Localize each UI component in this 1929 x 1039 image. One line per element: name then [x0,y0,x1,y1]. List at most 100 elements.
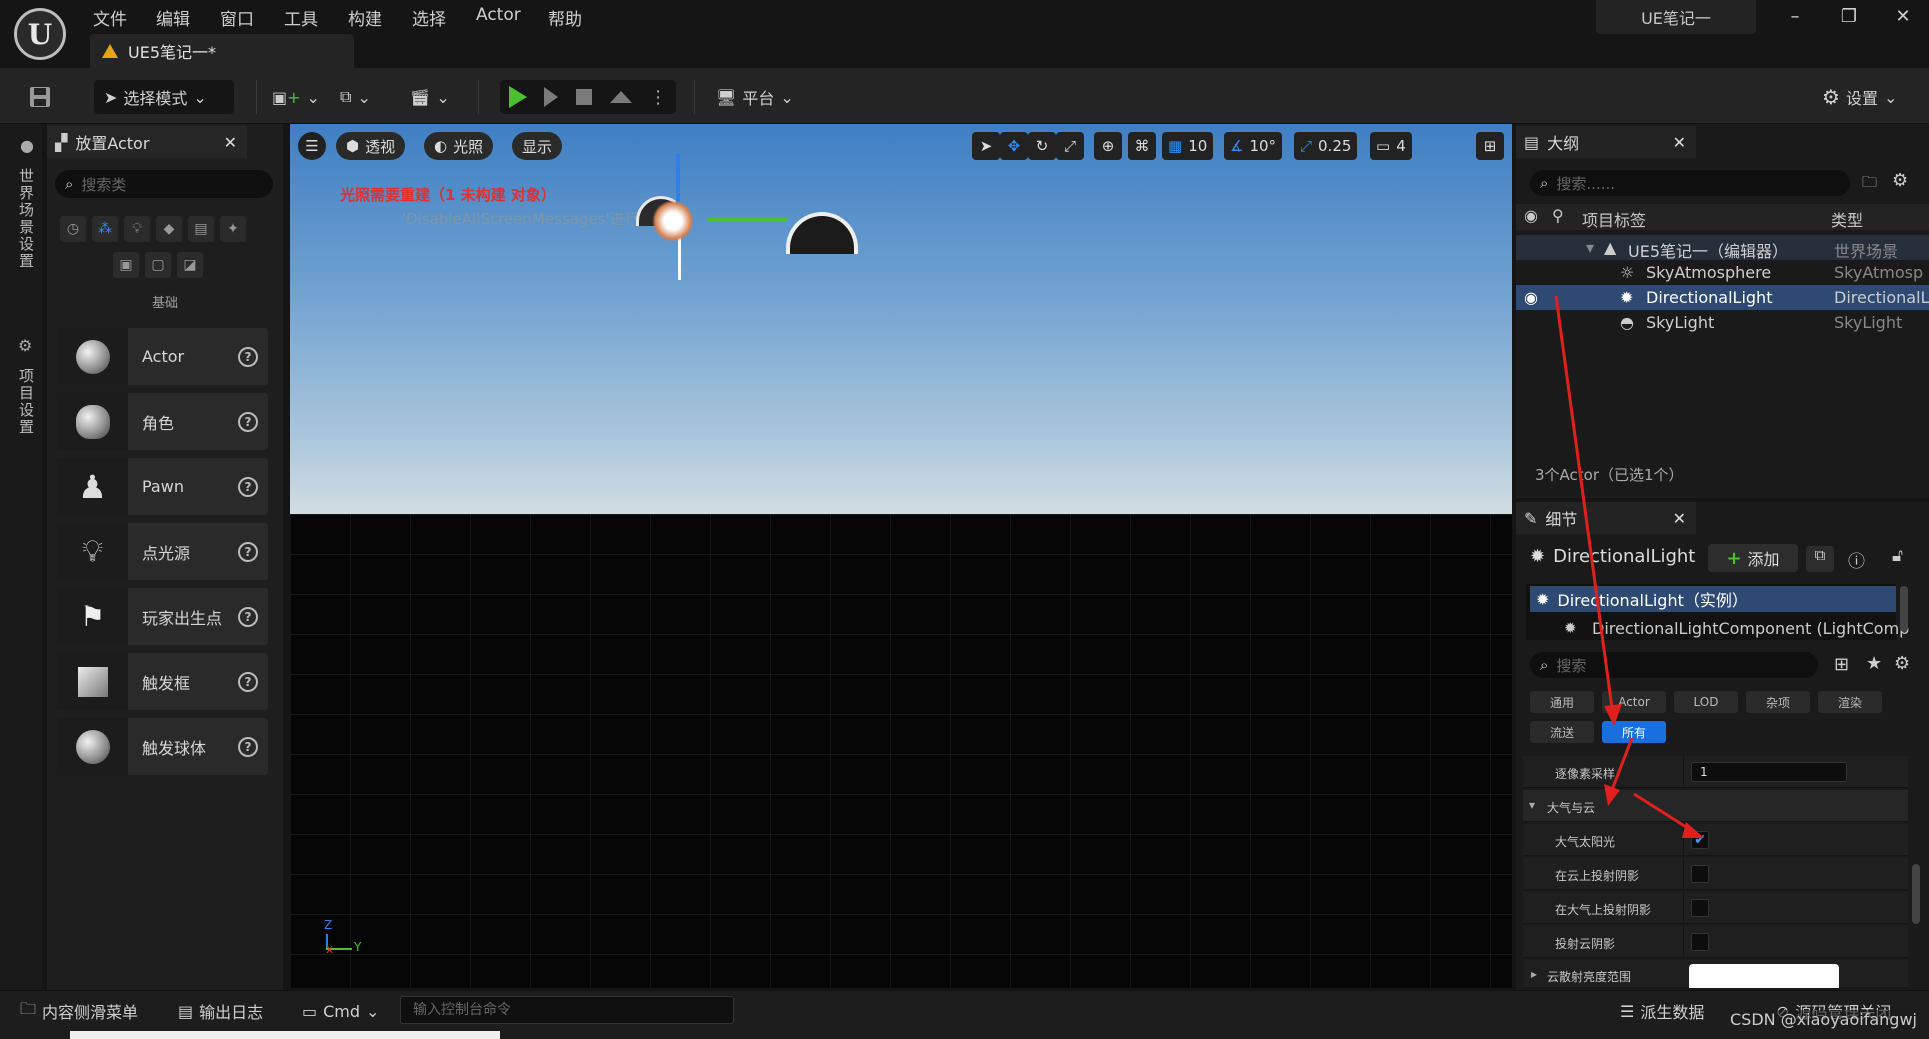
basic-icon[interactable]: ⁂ [92,216,118,242]
add-content-button[interactable]: ▣+ ⌄ [272,80,320,114]
rotation-snap-toggle[interactable]: ∡ 10° [1224,132,1283,160]
filter-all[interactable]: 所有 [1602,721,1666,743]
blueprint-convert-icon[interactable]: ⧉ [1806,546,1834,572]
filter-lod[interactable]: LOD [1674,691,1738,713]
perspective-button[interactable]: ⬢ 透视 [336,132,406,160]
advance-frame-icon[interactable] [544,87,559,107]
gizmo-y-axis[interactable] [708,218,788,222]
content-drawer-button[interactable]: 🗀︎ 内容侧滑菜单 [20,996,138,1026]
blueprint-button[interactable]: ⧉ ⌄ [340,80,371,114]
output-log-button[interactable]: ▤ 输出日志 [178,996,263,1026]
world-space-icon[interactable]: ⊕ [1094,132,1122,160]
filter-misc[interactable]: 杂项 [1746,691,1810,713]
help-icon[interactable]: ? [238,671,258,692]
world-settings-tab[interactable]: 世界场景设置 [16,168,37,270]
play-icon[interactable] [508,86,527,108]
settings-dropdown[interactable]: ⚙ 设置 ⌄ [1822,80,1897,114]
details-search[interactable]: ⌕ 搜索 [1530,652,1818,678]
filter-general[interactable]: 通用 [1530,691,1594,713]
filter-rendering[interactable]: 渲染 [1818,691,1882,713]
per-pixel-sampling-input[interactable]: 1 [1691,762,1847,782]
details-scrollbar[interactable] [1912,864,1920,924]
cmd-dropdown[interactable]: ▭ Cmd ⌄ [302,996,379,1026]
help-icon[interactable]: ? [238,346,258,367]
minimize-button[interactable]: – [1780,6,1810,27]
select-tool-icon[interactable]: ➤ [972,132,1000,160]
lighting-button[interactable]: ◐ 光照 [424,132,494,160]
gear-icon[interactable]: ⚙ [1892,170,1908,191]
level-viewport[interactable]: ☰ ⬢ 透视 ◐ 光照 显示 ➤ ✥ ↻ ⤢ ⊕ ⌘ ▦ 10 ∡ 10° ⤢ 0.25 … [290,124,1512,988]
cast-cloud-shadows-checkbox[interactable] [1691,933,1709,951]
menu-window[interactable]: 窗口 [220,5,254,30]
cast-shadows-on-atmosphere-checkbox[interactable] [1691,899,1709,917]
lock-icon[interactable]: 🔓︎ [1892,546,1903,566]
cast-shadows-on-clouds-checkbox[interactable] [1691,865,1709,883]
all-classes-icon[interactable]: ◪ [177,252,203,278]
surface-snap-icon[interactable]: ⌘ [1128,132,1156,160]
collapse-arrow-icon[interactable]: ▾ [1586,238,1594,257]
menu-select[interactable]: 选择 [412,5,446,30]
selection-mode-dropdown[interactable]: ➤ 选择模式 ⌄ [94,80,234,114]
actor-item-pawn[interactable]: ♟ Pawn ? [57,458,268,515]
lights-icon[interactable]: 💡︎ [124,216,150,242]
outliner-row-skylight[interactable]: ◓ SkyLight SkyLight [1516,310,1929,335]
menu-edit[interactable]: 编辑 [156,5,190,30]
menu-help[interactable]: 帮助 [548,5,582,30]
save-icon[interactable] [28,80,52,114]
help-icon[interactable]: ? [238,411,258,432]
actor-item-point-light[interactable]: 💡︎ 点光源 ? [57,523,268,580]
viewport-layout-icon[interactable]: ⊞ [1476,132,1504,160]
filter-streaming[interactable]: 流送 [1530,721,1594,743]
derived-data-button[interactable]: ☰ 派生数据 [1620,996,1704,1026]
filter-actor[interactable]: Actor [1602,691,1666,713]
play-options-icon[interactable]: ⋮ [649,87,667,108]
rotate-tool-icon[interactable]: ↻ [1028,132,1056,160]
stop-icon[interactable] [575,89,592,105]
add-folder-icon[interactable]: 🗀︎ [1862,172,1877,197]
close-window-button[interactable]: ✕ [1888,6,1918,27]
project-settings-tab[interactable]: 项目设置 [16,368,37,436]
level-tab[interactable]: UE5笔记一* [90,34,354,68]
col-item-label[interactable]: 项目标签 [1582,207,1646,231]
component-tree-scrollbar[interactable] [1900,586,1908,632]
outliner-tab[interactable]: ▤ 大纲 ✕ [1516,126,1696,158]
scale-snap-toggle[interactable]: ⤢ 0.25 [1294,132,1358,160]
actor-item-trigger-sphere[interactable]: 触发球体 ? [57,718,268,775]
table-view-icon[interactable]: ⊞ [1834,654,1849,675]
cinematics-button[interactable]: 🎬︎ ⌄ [410,80,450,114]
add-component-button[interactable]: + 添加 [1708,544,1798,572]
star-icon[interactable]: ★ [1866,653,1882,674]
details-tab[interactable]: ✎ 细节 ✕ [1516,502,1696,534]
place-actor-tab[interactable]: ▞ 放置Actor ✕ [47,126,247,158]
help-icon[interactable]: ? [238,541,258,562]
visibility-eye-icon[interactable]: ◉ [1524,288,1538,307]
close-icon[interactable]: ✕ [224,133,237,152]
unreal-logo-icon[interactable]: U [14,8,66,60]
help-icon[interactable]: ? [238,606,258,627]
help-icon[interactable]: ⓘ [1848,547,1865,572]
outliner-row-directional-light[interactable]: ◉ ✹ DirectionalLight DirectionalL [1516,285,1929,310]
grid-snap-toggle[interactable]: ▦ 10 [1162,132,1214,160]
section-atmosphere-cloud[interactable]: ▾ 大气与云 [1523,790,1908,822]
volumes-icon[interactable]: ▢ [145,252,171,278]
console-command-input[interactable]: 输入控制台命令 [400,996,734,1024]
expand-arrow-icon[interactable]: ▸ [1531,967,1537,981]
actor-item-player-start[interactable]: ⚑ 玩家出生点 ? [57,588,268,645]
visual-effects-icon[interactable]: ✦ [220,216,246,242]
component-child-row[interactable]: DirectionalLightComponent (LightComp [1592,619,1909,638]
col-type[interactable]: 类型 [1831,207,1863,231]
close-icon[interactable]: ✕ [1673,509,1686,528]
show-button[interactable]: 显示 [512,132,563,160]
component-root-row[interactable]: ✹ DirectionalLight（实例） [1530,586,1896,612]
outliner-row-world[interactable]: ▾ ▲ UE5笔记一（编辑器） 世界场景 [1516,235,1929,261]
scale-tool-icon[interactable]: ⤢ [1056,132,1084,160]
close-icon[interactable]: ✕ [1673,133,1686,152]
menu-build[interactable]: 构建 [348,5,382,30]
actor-item-trigger-box[interactable]: 触发框 ? [57,653,268,710]
actor-item-character[interactable]: 角色 ? [57,393,268,450]
menu-tools[interactable]: 工具 [284,5,318,30]
gear-icon[interactable]: ⚙ [1894,653,1910,674]
help-icon[interactable]: ? [238,476,258,497]
directional-light-billboard-icon[interactable] [652,200,694,242]
cloud-scatter-color-swatch[interactable] [1689,964,1839,988]
